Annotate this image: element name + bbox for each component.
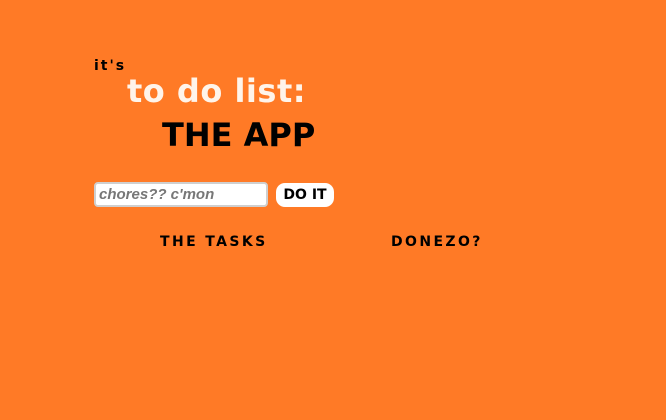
app-title: to do list:: [127, 72, 307, 110]
pre-title: it's: [94, 58, 127, 74]
app-subtitle: THE APP: [162, 116, 316, 154]
task-input[interactable]: [94, 182, 268, 207]
do-it-button[interactable]: DO IT: [276, 183, 334, 207]
tasks-column-header: THE TASKS: [160, 234, 268, 250]
done-column-header: DONEZO?: [391, 234, 483, 250]
